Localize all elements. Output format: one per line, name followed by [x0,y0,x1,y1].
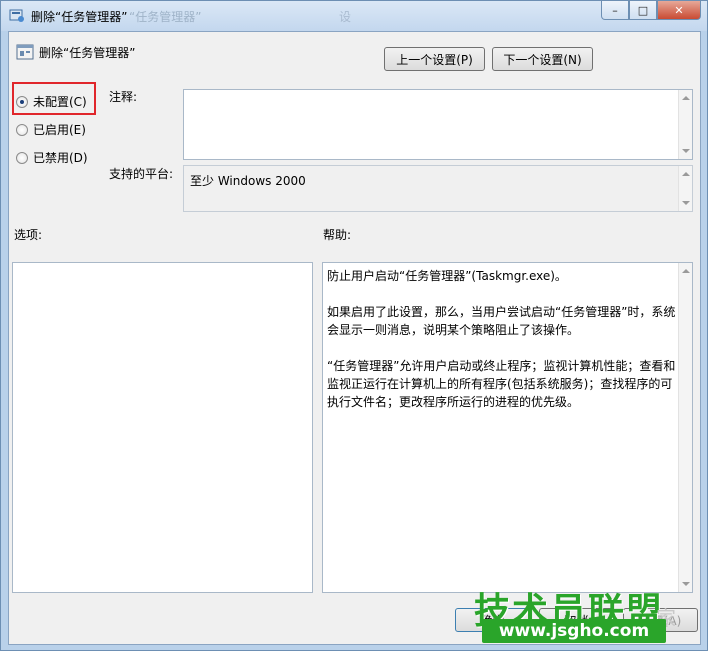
dialog-client-area: 删除“任务管理器” 上一个设置(P) 下一个设置(N) 未配置(C) 已启用(E… [8,31,701,645]
help-text: 防止用户启动“任务管理器”(Taskmgr.exe)。 如果启用了此设置，那么，… [327,267,677,429]
window-title-ghost: “任务管理器” [129,10,202,24]
caption-buttons: – □ ✕ [601,1,701,20]
scroll-down-icon[interactable] [682,582,690,586]
policy-dialog-window: 删除“任务管理器” “任务管理器” 设 – □ ✕ 删除“任务管理器” 上一个设… [0,0,708,651]
scroll-down-icon[interactable] [682,201,690,205]
window-title: 删除“任务管理器” [31,10,128,24]
options-label: 选项: [14,228,43,242]
radio-disabled-label: 已禁用(D) [33,151,88,165]
radio-disabled[interactable]: 已禁用(D) [16,149,88,166]
scroll-up-icon[interactable] [682,96,690,100]
help-scrollbar[interactable] [678,263,692,592]
comment-label: 注释: [109,90,138,104]
radio-selected-icon[interactable] [16,95,28,108]
options-panel [12,262,313,593]
scroll-up-icon[interactable] [682,172,690,176]
close-icon: ✕ [674,3,684,17]
platform-value: 至少 Windows 2000 [190,174,306,188]
comment-input[interactable] [183,89,693,160]
maximize-button[interactable]: □ [629,1,657,20]
radio-enabled[interactable]: 已启用(E) [16,121,86,138]
help-paragraph: “任务管理器”允许用户启动或终止程序；监视计算机性能；查看和监视正运行在计算机上… [327,359,676,409]
radio-unselected-icon[interactable] [16,123,28,136]
platform-scrollbar[interactable] [678,166,692,211]
help-paragraph: 防止用户启动“任务管理器”(Taskmgr.exe)。 [327,269,567,283]
previous-setting-button[interactable]: 上一个设置(P) [384,47,485,71]
close-button[interactable]: ✕ [657,1,701,20]
policy-setting-icon [16,44,34,60]
radio-not-configured[interactable]: 未配置(C) [16,93,87,110]
minimize-icon: – [612,3,618,17]
help-paragraph: 如果启用了此设置，那么，当用户尝试启动“任务管理器”时，系统会显示一则消息，说明… [327,305,676,337]
radio-enabled-label: 已启用(E) [33,123,86,137]
platform-label: 支持的平台: [109,167,174,181]
radio-unselected-icon[interactable] [16,151,28,164]
help-label: 帮助: [323,228,352,242]
scroll-up-icon[interactable] [682,269,690,273]
setting-title: 删除“任务管理器” [39,46,136,60]
maximize-icon: □ [637,3,649,17]
scroll-down-icon[interactable] [682,149,690,153]
next-setting-button[interactable]: 下一个设置(N) [492,47,593,71]
policy-editor-icon [9,9,24,22]
minimize-button[interactable]: – [601,1,629,20]
comment-scrollbar[interactable] [678,90,692,159]
watermark-url: www.jsgho.com [482,619,666,643]
window-title-ghost-2: 设 [339,10,352,24]
platform-field: 至少 Windows 2000 [183,165,693,212]
title-bar[interactable]: 删除“任务管理器” “任务管理器” 设 – □ ✕ [1,1,707,31]
help-panel[interactable]: 防止用户启动“任务管理器”(Taskmgr.exe)。 如果启用了此设置，那么，… [322,262,693,593]
radio-not-configured-label: 未配置(C) [33,95,87,109]
